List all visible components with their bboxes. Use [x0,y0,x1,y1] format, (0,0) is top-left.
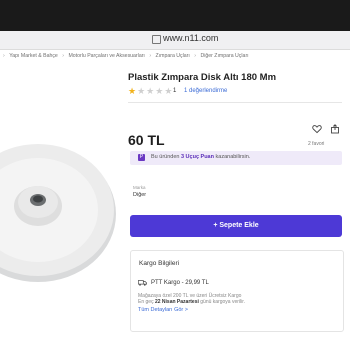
url-text[interactable]: www.n11.com [163,33,218,43]
points-badge-icon: P [138,154,145,161]
star-icon: ★ [146,86,156,96]
favorites-count: 2 favori [308,141,325,147]
shipping-title: Kargo Bilgileri [139,260,180,267]
divider [128,102,342,103]
star-icon: ★ [155,86,165,96]
breadcrumb-item[interactable]: Zımpara Uçları [156,50,190,63]
truck-icon [138,280,147,286]
breadcrumb-item[interactable]: Yapı Market & Bahçe [9,50,58,63]
star-rating: ★★★★★ [128,86,173,97]
points-banner: P Bu üründen 3 Uçuç Puan kazanabilirsin. [130,151,342,165]
product-title: Plastik Zımpara Disk Altı 180 Mm [128,72,277,83]
shipping-date-value: 22 Nisan Pazartesi [154,299,199,305]
points-suffix: kazanabilirsin. [213,154,251,160]
heart-icon[interactable] [312,124,322,134]
share-icon[interactable] [330,124,340,134]
shipping-details-link[interactable]: Tüm Detayları Gör > [138,307,188,313]
star-icon: ★ [137,86,147,96]
star-icon: ★ [128,86,138,96]
points-prefix: Bu üründen [151,154,181,160]
brand-label: Marka [133,185,146,190]
browser-top-edge [0,0,350,31]
shipping-date-suffix: günü kargoya verilir. [198,299,246,305]
rating-value: 1 [173,88,177,94]
brand-value[interactable]: Diğer [133,192,146,198]
price: 60 TL [128,132,165,148]
shipping-date-prefix: En geç [138,299,155,305]
shipping-carrier: PTT Kargo - 29,99 TL [151,280,209,286]
product-image[interactable] [0,130,118,290]
lock-icon [152,35,161,44]
breadcrumb-item[interactable]: Motorlu Parçaları ve Aksesuarları [68,50,144,63]
points-text: Bu üründen 3 Uçuç Puan kazanabilirsin. [151,154,250,160]
breadcrumb-item[interactable]: Diğer Zımpara Uçları [200,50,248,63]
browser-screen: www.n11.com › Yapı Market & Bahçe › Moto… [0,0,350,350]
shipping-info-card: Kargo Bilgileri PTT Kargo - 29,99 TL Mağ… [130,250,344,332]
reviews-link[interactable]: 1 değerlendirme [184,88,227,94]
shipping-date: En geç 22 Nisan Pazartesi günü kargoya v… [138,299,245,305]
breadcrumb: › Yapı Market & Bahçe › Motorlu Parçalar… [0,50,350,63]
add-to-cart-button[interactable]: + Sepete Ekle [130,215,342,237]
points-amount: 3 Uçuç Puan [180,154,214,160]
